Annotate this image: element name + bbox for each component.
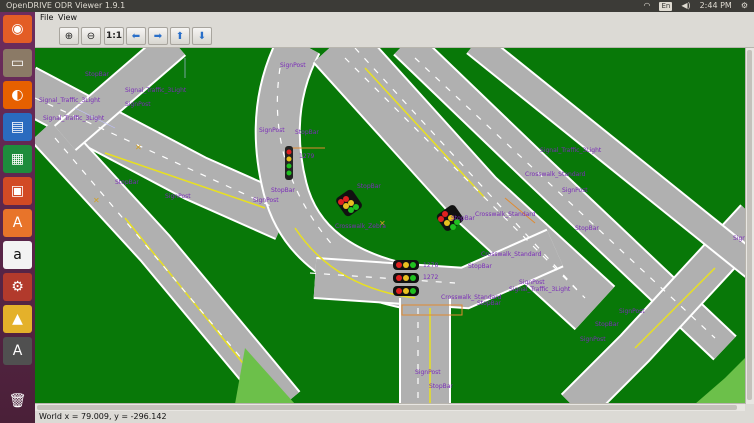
traffic-light-group-1[interactable] xyxy=(334,188,363,217)
gear-icon[interactable]: ⚙ xyxy=(741,1,748,11)
label-signpost[interactable]: SignPost xyxy=(280,62,306,69)
launcher-item-odr-viewer[interactable]: ▲ xyxy=(3,305,32,333)
launcher-item-files[interactable]: ▭ xyxy=(3,49,32,77)
clock[interactable]: 2:44 PM xyxy=(700,1,732,11)
label-stopbar[interactable]: StopBar xyxy=(357,183,381,190)
launcher-item-settings[interactable]: ⚙ xyxy=(3,273,32,301)
label-signpost[interactable]: SignPost xyxy=(733,235,745,242)
zoom-reset-button[interactable]: 1:1 xyxy=(104,27,124,45)
keyboard-language-indicator[interactable]: En xyxy=(659,1,673,11)
trash-icon: 🗑 xyxy=(8,393,27,409)
label-crosswalk-standard[interactable]: Crosswalk_Standard xyxy=(525,171,586,178)
label-crosswalk-zebra[interactable]: Crosswalk_Zebra xyxy=(335,223,386,230)
ubuntu-icon: ◉ xyxy=(11,21,24,37)
label-signal-traffic[interactable]: Signal_Traffic_3Light xyxy=(125,87,187,94)
launcher-item-software-center[interactable]: A xyxy=(3,209,32,237)
horizontal-scroll-thumb[interactable] xyxy=(37,405,737,410)
world-coordinates: World x = 79.009, y = -296.142 xyxy=(39,412,167,421)
marker-cross: ✕ xyxy=(135,143,142,152)
label-signpost[interactable]: SignPost xyxy=(580,336,606,343)
software-center-icon: A xyxy=(12,215,23,231)
label-signpost[interactable]: SignPost xyxy=(519,279,545,286)
road-network[interactable]: ✕ ✕ ✕ StopBar Signal_Traffic_3Light Sign… xyxy=(35,48,745,404)
label-stopbar[interactable]: StopBar xyxy=(575,225,599,232)
label-stopbar[interactable]: StopBar xyxy=(115,179,139,186)
label-signal-traffic[interactable]: Signal_Traffic_3Light xyxy=(540,147,602,154)
label-signpost[interactable]: SignPost xyxy=(253,197,279,204)
impress-icon: ▣ xyxy=(10,183,25,199)
pan-down-button[interactable]: ⬇ xyxy=(192,27,212,45)
label-signal-traffic[interactable]: Signal_Traffic_3Light xyxy=(509,286,571,293)
label-stopbar[interactable]: StopBar xyxy=(468,263,492,270)
pan-left-button[interactable]: ⬅ xyxy=(126,27,146,45)
label-stopbar[interactable]: StopBar xyxy=(295,129,319,136)
arrow-up-icon: ⬆ xyxy=(175,30,185,42)
launcher-item-writer[interactable]: ▤ xyxy=(3,113,32,141)
label-stopbar[interactable]: StopBar xyxy=(477,300,501,307)
map-viewport[interactable]: ✕ ✕ ✕ StopBar Signal_Traffic_3Light Sign… xyxy=(35,48,745,404)
menu-bar: File View xyxy=(35,12,754,24)
label-stopbar[interactable]: StopBar xyxy=(85,71,109,78)
writer-icon: ▤ xyxy=(10,119,25,135)
label-signpost[interactable]: SignPost xyxy=(415,369,441,376)
zoom-in-button[interactable]: ⊕ xyxy=(59,27,79,45)
label-id-1272[interactable]: 1272 xyxy=(423,274,438,281)
updater-icon: A xyxy=(12,343,23,359)
label-stopbar[interactable]: StopBar xyxy=(595,321,619,328)
menu-file[interactable]: File xyxy=(40,13,53,22)
label-signpost[interactable]: SignPost xyxy=(259,127,285,134)
label-signal-traffic[interactable]: Signal_Traffic_3Light xyxy=(39,97,101,104)
arrow-right-icon: ➡ xyxy=(153,30,163,42)
window-title: OpenDRIVE ODR Viewer 1.9.1 xyxy=(6,1,126,10)
calc-icon: ▦ xyxy=(10,151,25,167)
label-id-1278[interactable]: 1278 xyxy=(423,262,438,269)
launcher-item-updater[interactable]: A xyxy=(3,337,32,365)
label-id-1279[interactable]: 1279 xyxy=(299,153,314,160)
label-signpost[interactable]: SignPost xyxy=(619,308,645,315)
firefox-icon: ◐ xyxy=(11,87,24,103)
zoom-in-icon: ⊕ xyxy=(64,30,74,42)
label-signpost[interactable]: SignPost xyxy=(125,101,151,108)
label-stopbar[interactable]: StopBar xyxy=(451,215,475,222)
status-bar: World x = 79.009, y = -296.142 xyxy=(35,411,754,423)
launcher-item-ubuntu[interactable]: ◉ xyxy=(3,15,32,43)
label-signpost[interactable]: SignPost xyxy=(562,187,588,194)
traffic-light-group-4[interactable] xyxy=(285,146,293,180)
wifi-icon[interactable]: ◠ xyxy=(643,1,650,11)
vertical-scroll-thumb[interactable] xyxy=(747,50,752,400)
launcher-item-amazon[interactable]: a xyxy=(3,241,32,269)
odr-viewer-icon: ▲ xyxy=(12,311,23,327)
launcher: ◉ ▭ ◐ ▤ ▦ ▣ Aa ⚙ ▲ A 🗑 xyxy=(0,12,35,423)
settings-icon: ⚙ xyxy=(11,279,24,295)
label-crosswalk-standard[interactable]: Crosswalk_Standard xyxy=(481,251,542,258)
vertical-scrollbar[interactable] xyxy=(745,48,754,404)
arrow-left-icon: ⬅ xyxy=(131,30,141,42)
label-signal-traffic[interactable]: Signal_Traffic_3Light xyxy=(43,115,105,122)
label-crosswalk-standard[interactable]: Crosswalk_Standard xyxy=(475,211,536,218)
menu-view[interactable]: View xyxy=(58,13,77,22)
files-icon: ▭ xyxy=(10,55,25,71)
top-panel: OpenDRIVE ODR Viewer 1.9.1 ◠ En ◀) 2:44 … xyxy=(0,0,754,12)
arrow-down-icon: ⬇ xyxy=(197,30,207,42)
launcher-item-firefox[interactable]: ◐ xyxy=(3,81,32,109)
label-stopbar[interactable]: StopBar xyxy=(271,187,295,194)
zoom-out-button[interactable]: ⊖ xyxy=(81,27,101,45)
traffic-light-group-3[interactable] xyxy=(393,260,419,296)
zoom-out-icon: ⊖ xyxy=(86,30,96,42)
zoom-reset-label: 1:1 xyxy=(105,31,123,41)
pan-right-button[interactable]: ➡ xyxy=(148,27,168,45)
pan-up-button[interactable]: ⬆ xyxy=(170,27,190,45)
toolbar: ⊕ ⊖ 1:1 ⬅ ➡ ⬆ ⬇ xyxy=(35,24,754,48)
marker-cross: ✕ xyxy=(93,196,100,205)
launcher-item-calc[interactable]: ▦ xyxy=(3,145,32,173)
speaker-icon[interactable]: ◀) xyxy=(681,1,690,11)
launcher-item-impress[interactable]: ▣ xyxy=(3,177,32,205)
horizontal-scrollbar[interactable] xyxy=(35,403,745,411)
label-signpost[interactable]: SignPost xyxy=(165,193,191,200)
system-tray: ◠ En ◀) 2:44 PM ⚙ xyxy=(643,0,754,12)
launcher-item-trash[interactable]: 🗑 xyxy=(3,387,32,415)
label-stopbar[interactable]: StopBar xyxy=(429,383,453,390)
amazon-icon: a xyxy=(13,247,22,263)
